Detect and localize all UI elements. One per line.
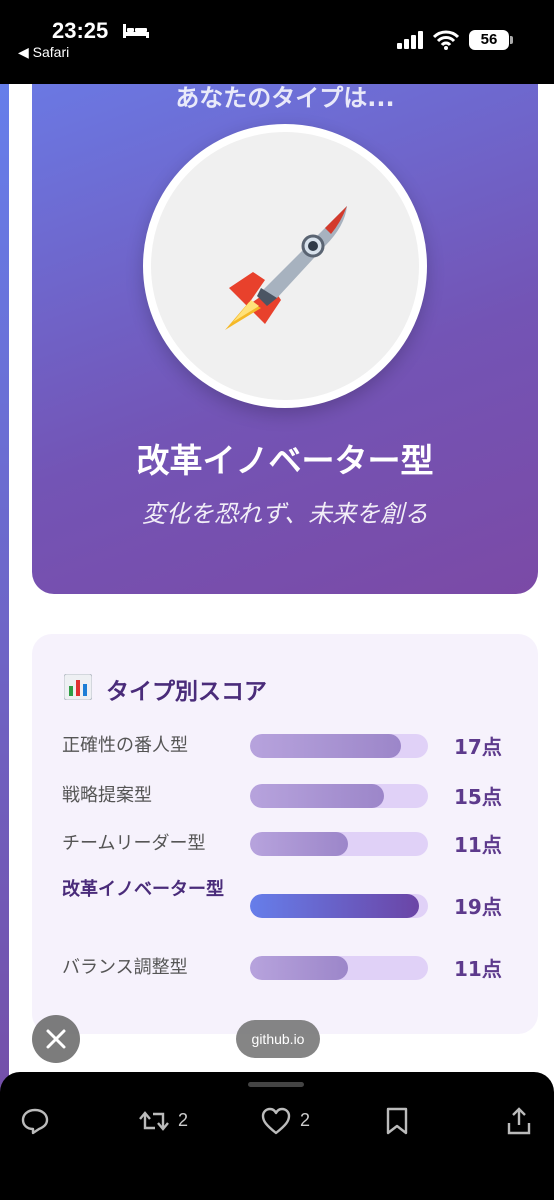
score-bar-fill bbox=[250, 784, 384, 808]
like-count: 2 bbox=[300, 1110, 311, 1130]
reply-icon bbox=[21, 1108, 49, 1135]
battery-icon: 56 bbox=[469, 30, 513, 50]
type-score-card: タイプ別スコア 正確性の番人型 17点 戦略提案型 15点 チームリーダー型 11点 改革イ… bbox=[32, 634, 538, 1034]
score-bar-track bbox=[250, 956, 428, 980]
score-value: 11点 bbox=[454, 957, 502, 981]
score-bar-track bbox=[250, 832, 428, 856]
status-bar: 23:25 ◀ Safari 56 bbox=[0, 0, 554, 84]
share-icon bbox=[507, 1107, 531, 1135]
back-to-safari-link[interactable]: ◀ Safari bbox=[18, 44, 69, 61]
retweet-count: 2 bbox=[178, 1110, 189, 1130]
score-value: 15点 bbox=[454, 785, 502, 809]
type-name: 改革イノベーター型 bbox=[136, 441, 434, 480]
bed-icon bbox=[123, 24, 149, 38]
close-icon bbox=[46, 1029, 66, 1049]
score-bar-track bbox=[250, 784, 428, 808]
retweet-button[interactable]: 2 bbox=[138, 1102, 208, 1142]
score-bar-fill bbox=[250, 734, 401, 758]
score-bar-fill bbox=[250, 956, 348, 980]
score-label: チームリーダー型 bbox=[62, 833, 206, 854]
heart-icon bbox=[261, 1107, 291, 1135]
domain-pill[interactable]: github.io bbox=[236, 1020, 320, 1058]
score-bar-fill bbox=[250, 832, 348, 856]
score-row: バランス調整型 11点 bbox=[62, 952, 522, 984]
like-button[interactable]: 2 bbox=[260, 1102, 330, 1142]
score-label: バランス調整型 bbox=[62, 957, 188, 978]
score-bar-track bbox=[250, 894, 428, 918]
score-value: 11点 bbox=[454, 833, 502, 857]
score-row: 正確性の番人型 17点 bbox=[62, 730, 522, 762]
score-label: 改革イノベーター型 bbox=[62, 879, 224, 900]
score-row: 改革イノベーター型 19点 bbox=[62, 874, 522, 938]
score-card-title: タイプ別スコア bbox=[106, 679, 267, 705]
wifi-icon bbox=[433, 30, 459, 50]
retweet-icon bbox=[139, 1111, 169, 1131]
left-edge-strip bbox=[0, 84, 9, 1200]
post-action-bar: 2 2 bbox=[0, 1072, 554, 1200]
score-row: チームリーダー型 11点 bbox=[62, 828, 522, 860]
result-heading: あなたのタイプは... bbox=[175, 84, 395, 112]
type-avatar bbox=[143, 124, 427, 408]
bookmark-icon bbox=[386, 1107, 408, 1135]
score-label: 戦略提案型 bbox=[62, 785, 152, 806]
score-bar-fill bbox=[250, 894, 419, 918]
score-value: 17点 bbox=[454, 735, 502, 759]
share-button[interactable] bbox=[506, 1102, 536, 1142]
reply-button[interactable] bbox=[20, 1102, 60, 1142]
result-hero-card: あなたのタイプは... 改革イノベーター型 変化を恐れず、未来を創る bbox=[32, 84, 538, 594]
score-row: 戦略提案型 15点 bbox=[62, 780, 522, 812]
rocket-icon bbox=[225, 206, 347, 330]
sheet-handle[interactable] bbox=[248, 1082, 304, 1087]
score-label: 正確性の番人型 bbox=[62, 735, 188, 756]
score-value: 19点 bbox=[454, 895, 502, 919]
signal-icon bbox=[397, 31, 423, 49]
type-tagline: 変化を恐れず、未来を創る bbox=[141, 500, 429, 528]
bookmark-button[interactable] bbox=[384, 1102, 414, 1142]
score-bar-track bbox=[250, 734, 428, 758]
bar-chart-icon bbox=[64, 674, 92, 700]
close-overlay-button[interactable] bbox=[32, 1015, 80, 1063]
status-time: 23:25 bbox=[52, 18, 109, 43]
